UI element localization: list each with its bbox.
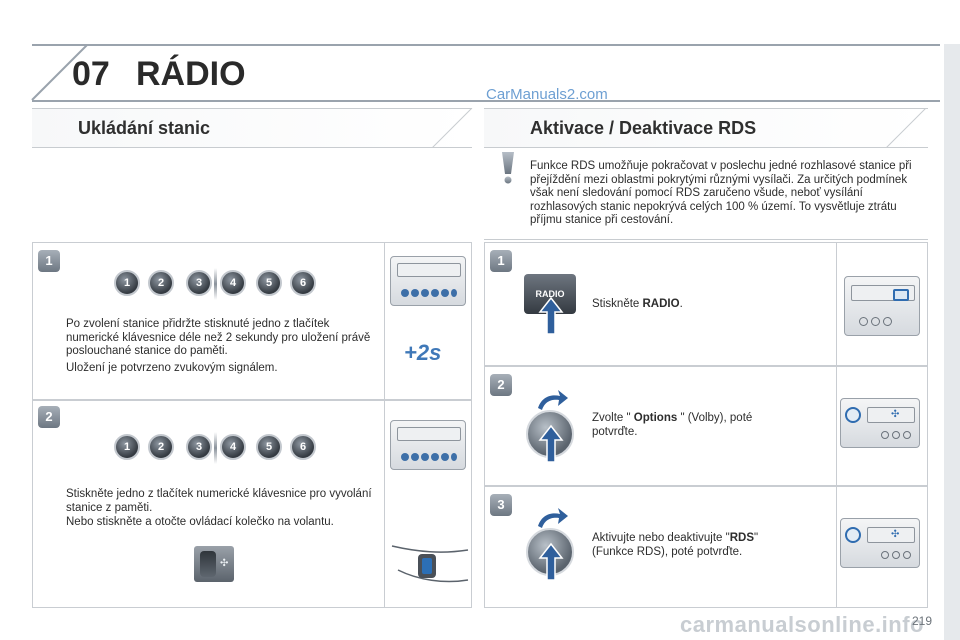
side-margin-strip [944,44,960,640]
radio-unit-illustration [390,420,466,470]
preset-key-1[interactable]: 1 [114,434,140,460]
right-step1-divider [836,242,837,366]
left-step2-wheel-text: Nebo stiskněte a otočte ovládací kolečko… [66,516,334,528]
preset-key-5[interactable]: 5 [256,434,282,460]
chapter-number: 07 [72,55,110,93]
watermark-bottom: carmanualsonline.info [680,612,924,637]
preset-key-5[interactable]: 5 [256,270,282,296]
numeric-keypad: 1 2 3 4 5 6 [114,432,324,464]
step-badge: 2 [38,406,60,428]
left-step1-divider [384,242,385,400]
step-badge: 1 [490,250,512,272]
radio-unit-illustration: ✣ [840,518,920,568]
key-separator [214,268,217,300]
preset-key-4[interactable]: 4 [220,434,246,460]
right-heading-slant [885,108,927,148]
right-step3-divider [836,486,837,608]
page-number: 219 [912,614,933,628]
key-separator [214,432,217,464]
right-step3-text: Aktivujte nebo deaktivujte "RDS" (Funkce… [592,532,759,558]
right-step2-divider [836,366,837,486]
press-arrow-icon [538,296,564,335]
left-heading-slant [431,108,473,148]
rds-info-text: Funkce RDS umožňuje pokračovat v poslech… [530,160,912,226]
radio-unit-illustration [390,256,466,306]
watermark-top: CarManuals2.com [486,86,608,103]
hold-2s-icon: +2s [404,340,442,365]
steering-wheel-control-icon: ✣ [194,546,234,582]
steering-wheel-illustration [391,545,469,583]
press-arrow-icon [538,542,564,581]
left-step2-text: Stiskněte jedno z tlačítek numerické klá… [66,488,372,514]
right-step1-text: Stiskněte RADIO. [592,298,683,310]
preset-key-4[interactable]: 4 [220,270,246,296]
preset-key-3[interactable]: 3 [186,270,212,296]
rotate-arrow-icon [538,390,568,410]
right-section-title: Aktivace / Deaktivace RDS [530,118,757,138]
left-step1-text: Po zvolení stanice přidržte stisknuté je… [66,318,371,357]
chapter-title: RÁDIO [136,55,246,93]
preset-key-2[interactable]: 2 [148,270,174,296]
step-badge: 2 [490,374,512,396]
preset-key-6[interactable]: 6 [290,270,316,296]
radio-unit-illustration: ✣ [840,398,920,448]
left-step2-divider [384,400,385,608]
step-badge: 1 [38,250,60,272]
rotate-arrow-icon [538,508,568,528]
step-badge: 3 [490,494,512,516]
radio-unit-illustration [844,276,920,336]
left-step1-confirm-text: Uložení je potvrzeno zvukovým signálem. [66,362,278,374]
preset-key-3[interactable]: 3 [186,434,212,460]
warning-exclamation-icon [502,152,514,184]
right-step2-text: Zvolte " Options " (Volby), poté potvrďt… [592,412,753,438]
numeric-keypad: 1 2 3 4 5 6 [114,268,324,300]
preset-key-2[interactable]: 2 [148,434,174,460]
press-arrow-icon [538,424,564,463]
preset-key-1[interactable]: 1 [114,270,140,296]
left-section-title: Ukládání stanic [78,118,211,138]
preset-key-6[interactable]: 6 [290,434,316,460]
